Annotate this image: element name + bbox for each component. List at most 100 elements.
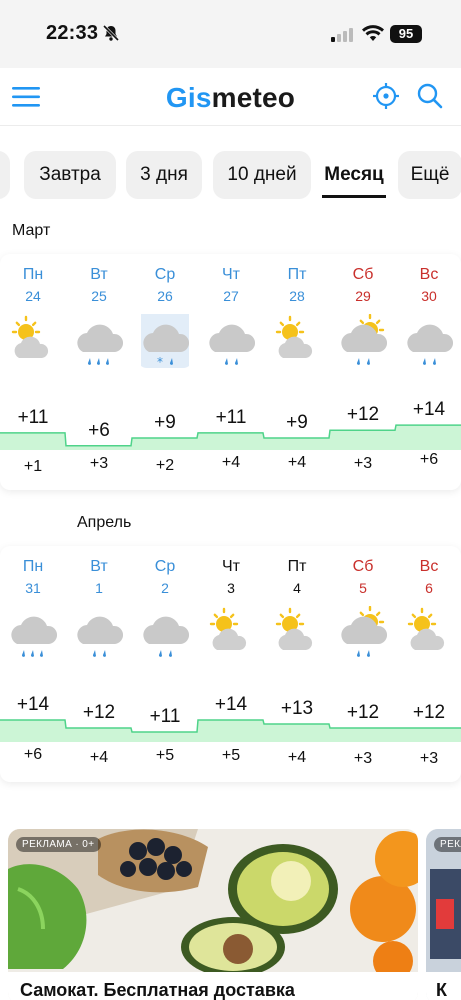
day-date: 25 (91, 288, 107, 304)
day-column[interactable]: Пн 31 (0, 546, 66, 657)
min-temperature: +3 (353, 750, 373, 767)
day-date: 4 (293, 580, 301, 596)
day-date: 26 (157, 288, 173, 304)
tab-tomorrow[interactable]: Завтра (24, 151, 116, 199)
day-date: 28 (289, 288, 305, 304)
day-column[interactable]: Пт 28 (264, 254, 330, 358)
min-temperature: +4 (287, 453, 307, 471)
day-date: 6 (425, 580, 433, 596)
day-column[interactable]: Пт 4 (264, 546, 330, 650)
location-crosshair-icon[interactable] (372, 82, 400, 115)
day-column[interactable]: Пн 24 (0, 254, 66, 358)
main-content: Завтра 3 дня 10 дней Месяц Ещё Март Пн 24… (0, 126, 461, 1000)
cloud-light-rain-icon (207, 314, 256, 370)
cloud-rain-icon (75, 314, 124, 370)
day-column[interactable]: Вт 1 (66, 546, 132, 657)
day-column[interactable]: Сб 5 (330, 546, 396, 657)
clipped-text-fragment (60, 126, 300, 128)
day-date: 5 (359, 580, 367, 596)
day-of-week: Ср (154, 266, 176, 283)
max-temperature: +11 (149, 706, 181, 727)
max-temperature: +13 (280, 698, 314, 719)
max-temperature: +9 (154, 412, 176, 433)
tab-more[interactable]: Ещё (398, 151, 461, 199)
partly-cloudy-sun-icon (405, 606, 453, 662)
app-header: Gismeteo (0, 68, 461, 126)
min-temperature: +2 (155, 456, 175, 474)
min-temperature: +4 (89, 748, 109, 766)
tab-month[interactable]: Месяц (314, 151, 394, 199)
min-temperature: +4 (287, 748, 307, 766)
day-column[interactable]: Ср 26 * (132, 254, 198, 369)
day-of-week: Пт (287, 558, 307, 575)
min-temperature: +4 (221, 453, 241, 471)
sun-cloud-rain-icon (339, 605, 388, 662)
tab-3-days[interactable]: 3 дня (126, 151, 202, 199)
day-date: 27 (223, 288, 239, 304)
day-column[interactable]: Вс 6 (396, 546, 461, 650)
cloud-light-rain-icon (141, 606, 190, 662)
max-temperature: +14 (214, 694, 248, 715)
day-column[interactable]: Чт 27 (198, 254, 264, 365)
ad-card-2[interactable]: РЕКЛ К (426, 829, 461, 1000)
max-temperature: +11 (215, 406, 247, 428)
day-column[interactable]: Вт 25 (66, 254, 132, 365)
ad-badge: РЕКЛАМА · 0+ (16, 837, 101, 852)
period-tabs: Завтра 3 дня 10 дней Месяц Ещё (0, 151, 461, 199)
day-of-week: Вс (419, 558, 439, 575)
max-temperature: +12 (346, 702, 380, 723)
min-temperature: +1 (23, 458, 43, 475)
partly-cloudy-sun-icon (273, 606, 321, 662)
day-of-week: Пт (287, 266, 307, 283)
day-column[interactable]: Вс 30 (396, 254, 461, 365)
battery-indicator: 95 (390, 25, 422, 43)
day-date: 30 (421, 288, 437, 304)
cloud-rain-snow-icon: * (137, 310, 193, 370)
cloud-light-rain-icon (405, 314, 454, 370)
min-temperature: +5 (155, 747, 175, 764)
min-temperature: +5 (221, 747, 241, 764)
bell-muted-icon (102, 24, 120, 47)
sun-cloud-rain-icon (339, 313, 388, 370)
ad-badge-2: РЕКЛ (434, 837, 461, 852)
day-date: 24 (25, 288, 41, 304)
ad-title[interactable]: Самокат. Бесплатная доставка (8, 972, 418, 1000)
day-of-week: Чт (222, 266, 240, 283)
max-temperature: +6 (88, 419, 110, 441)
day-column[interactable]: Чт 3 (198, 546, 264, 650)
day-date: 2 (161, 580, 169, 596)
partly-cloudy-sun-icon (9, 314, 57, 370)
wifi-icon (362, 25, 384, 47)
svg-text:*: * (157, 355, 163, 369)
tab-10-days[interactable]: 10 дней (213, 151, 311, 199)
ad-title-2[interactable]: К (426, 972, 461, 1000)
day-date: 29 (355, 288, 371, 304)
cloud-light-rain-icon (75, 606, 124, 662)
search-icon[interactable] (416, 82, 444, 115)
month-card-april: Пн 31 +14 +6 Вт 1 +12 +4 Ср 2 +11 +5 Чт 3 +14 +5 Пт 4 +13 +… (0, 546, 461, 782)
day-column[interactable]: Ср 2 (132, 546, 198, 657)
logo-text-gis: Gis (165, 82, 212, 113)
day-of-week: Чт (222, 558, 240, 575)
min-temperature: +3 (89, 455, 109, 472)
ad-card[interactable]: РЕКЛАМА · 0+ Самокат. Бесплатная доставк… (8, 829, 418, 1000)
day-of-week: Вт (90, 558, 108, 575)
day-of-week: Пн (22, 558, 44, 575)
day-of-week: Пн (22, 266, 44, 283)
logo-text-meteo: meteo (211, 82, 296, 113)
max-temperature: +14 (412, 399, 446, 421)
tab-partial[interactable] (0, 151, 10, 199)
min-temperature: +3 (353, 455, 373, 472)
cloud-rain-icon (9, 606, 58, 662)
day-of-week: Вс (419, 266, 439, 283)
day-column[interactable]: Сб 29 (330, 254, 396, 365)
day-date: 3 (227, 580, 235, 596)
partly-cloudy-sun-icon (207, 606, 255, 662)
day-of-week: Сб (352, 266, 374, 283)
day-date: 31 (25, 580, 41, 596)
status-time: 22:33 (46, 22, 99, 44)
day-of-week: Сб (352, 558, 374, 575)
partly-cloudy-sun-icon (273, 314, 321, 370)
max-temperature: +9 (286, 412, 308, 433)
min-temperature: +6 (23, 745, 43, 763)
